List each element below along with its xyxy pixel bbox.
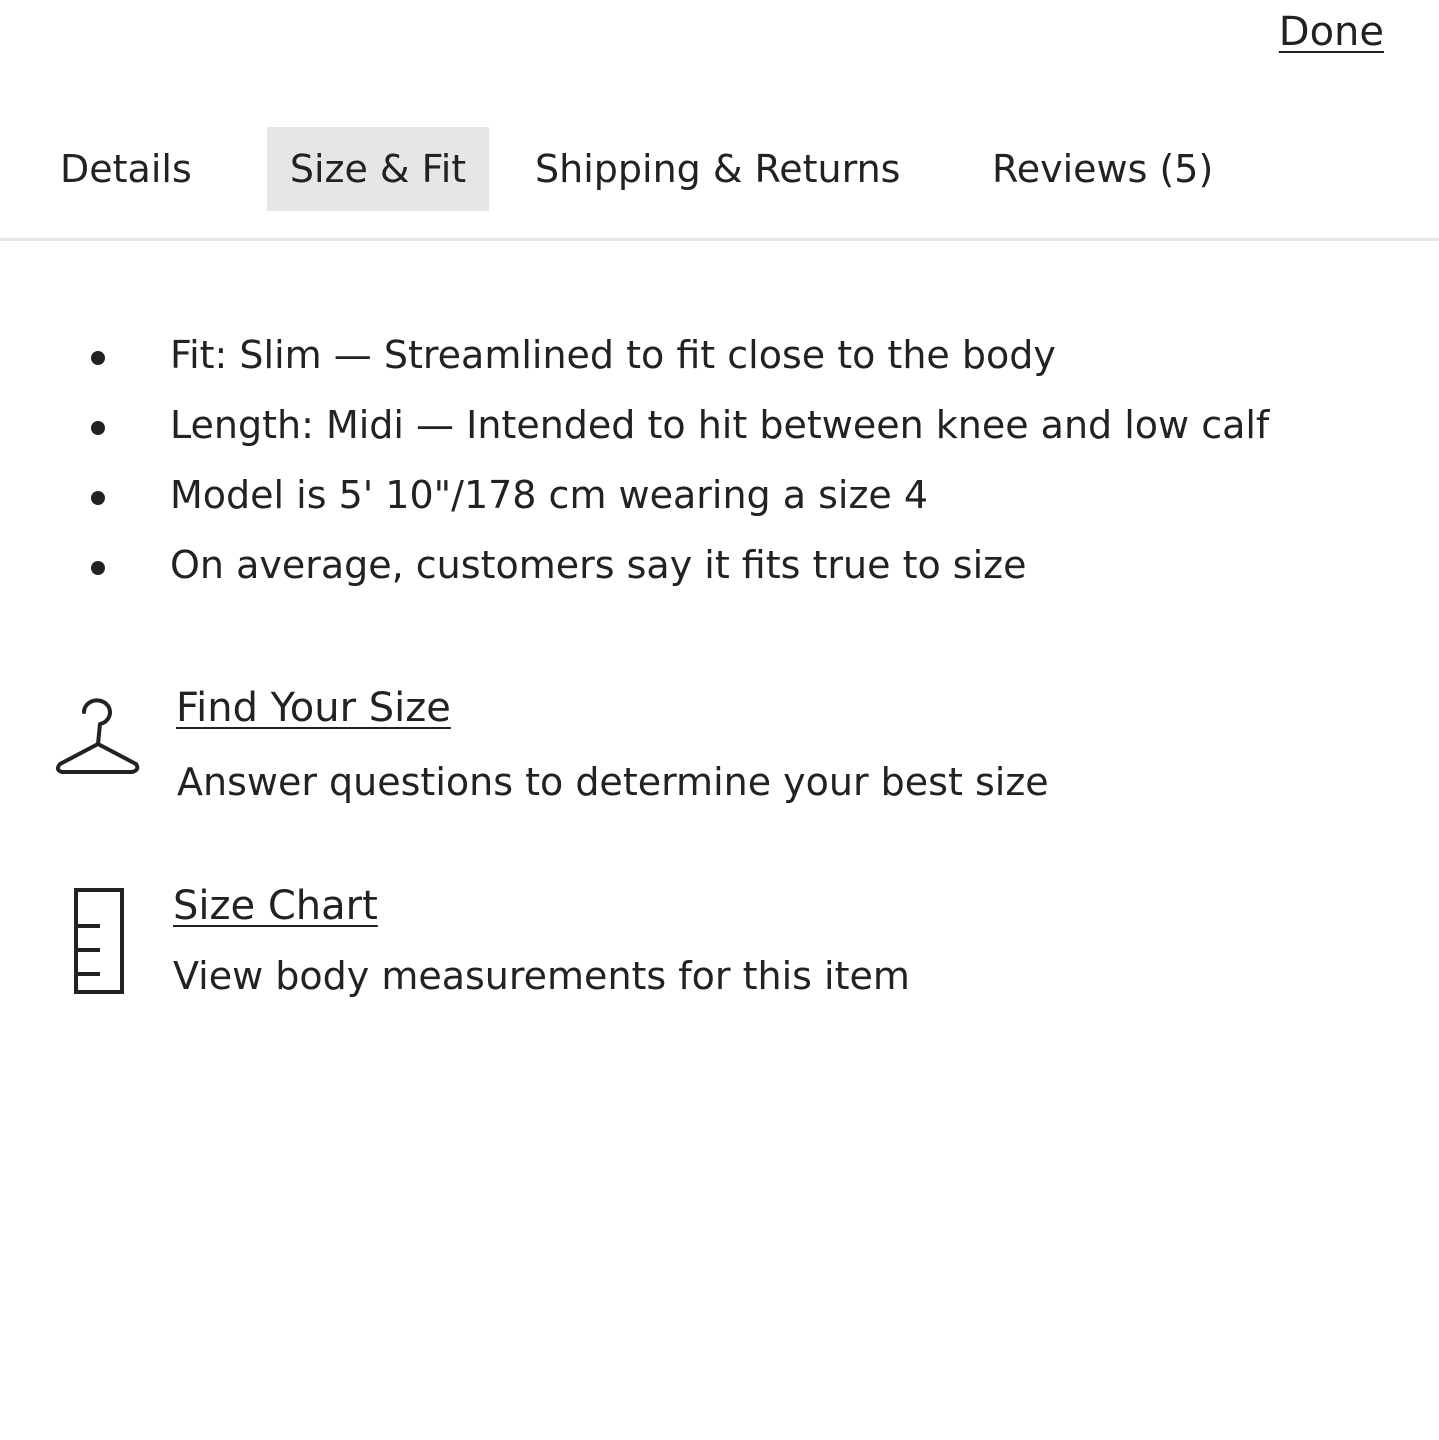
tabs-divider xyxy=(0,238,1439,241)
list-item: On average, customers say it fits true t… xyxy=(0,530,1439,600)
size-chart-description: View body measurements for this item xyxy=(173,954,910,998)
tab-shipping-and-returns[interactable]: Shipping & Returns xyxy=(535,127,900,211)
length-detail-text: Length: Midi — Intended to hit between k… xyxy=(170,403,1270,447)
fit-detail-text: Fit: Slim — Streamlined to fit close to … xyxy=(170,333,1056,377)
tab-reviews[interactable]: Reviews (5) xyxy=(992,127,1213,211)
bullet-icon xyxy=(91,351,105,365)
find-your-size-description: Answer questions to determine your best … xyxy=(177,760,1049,804)
tab-size-and-fit[interactable]: Size & Fit xyxy=(267,127,489,211)
bullet-icon xyxy=(91,421,105,435)
model-detail-text: Model is 5' 10"/178 cm wearing a size 4 xyxy=(170,473,929,517)
ruler-icon xyxy=(72,888,126,998)
find-your-size-link[interactable]: Find Your Size xyxy=(176,682,451,734)
list-item: Length: Midi — Intended to hit between k… xyxy=(0,390,1439,460)
done-button[interactable]: Done xyxy=(1279,8,1384,56)
hanger-icon xyxy=(54,698,142,778)
fit-details-list: Fit: Slim — Streamlined to fit close to … xyxy=(0,320,1439,600)
tab-details[interactable]: Details xyxy=(60,127,192,211)
list-item: Fit: Slim — Streamlined to fit close to … xyxy=(0,320,1439,390)
bullet-icon xyxy=(91,561,105,575)
customer-fit-text: On average, customers say it fits true t… xyxy=(170,543,1027,587)
tab-bar: Details Size & Fit Shipping & Returns Re… xyxy=(0,127,1439,211)
list-item: Model is 5' 10"/178 cm wearing a size 4 xyxy=(0,460,1439,530)
bullet-icon xyxy=(91,491,105,505)
size-chart-link[interactable]: Size Chart xyxy=(173,880,378,932)
